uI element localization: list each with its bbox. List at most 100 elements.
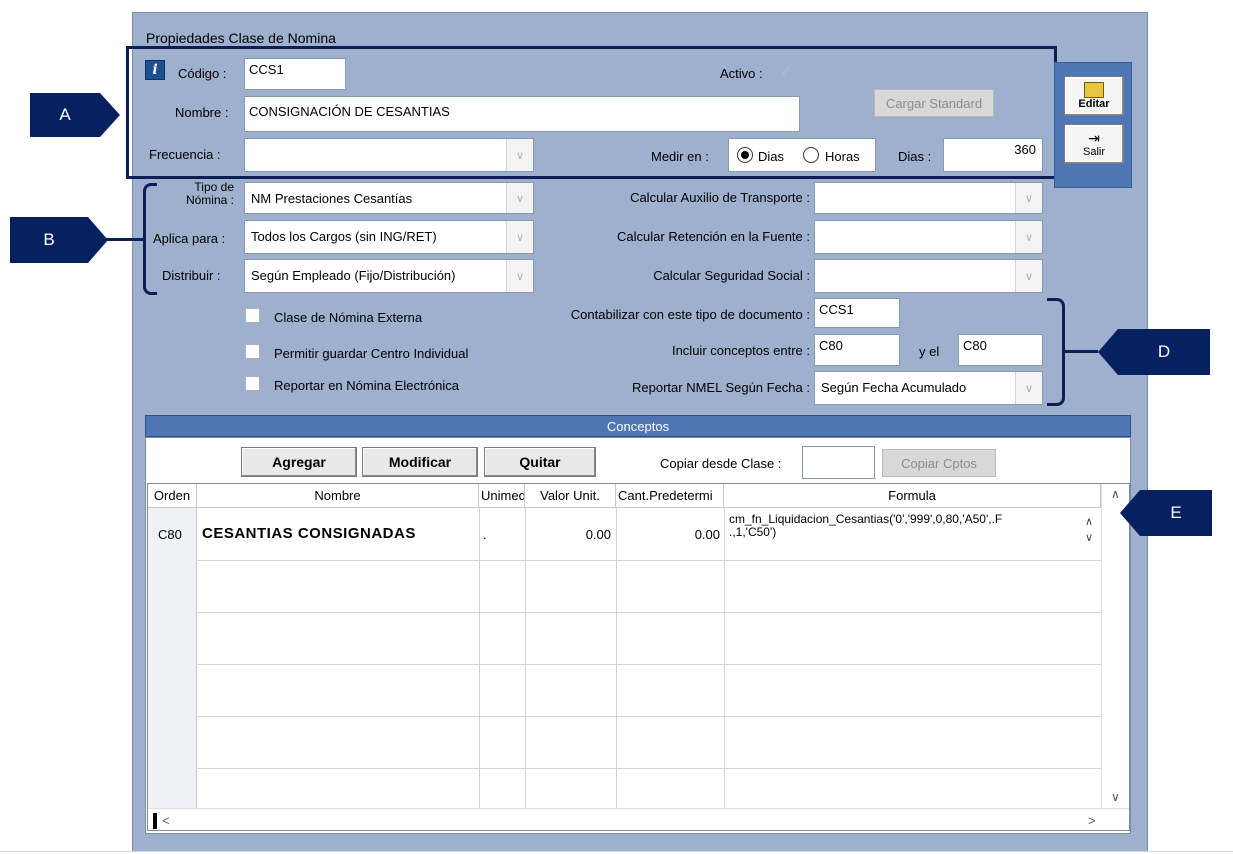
chevron-down-icon: ∨ [1015, 221, 1042, 253]
marker-e: E [1140, 490, 1212, 536]
formula-scroll-arrows[interactable]: ∧ ∨ [1082, 514, 1096, 550]
cell-orden: C80 [158, 527, 182, 542]
seguridad-select[interactable]: ∨ [814, 259, 1043, 293]
marker-a-arrow [100, 93, 120, 137]
incluir-from-input[interactable]: C80 [814, 334, 900, 366]
col-header-cant[interactable]: Cant.Predetermi [616, 484, 724, 508]
cell-valor: 0.00 [585, 527, 611, 542]
col-header-valor[interactable]: Valor Unit. [525, 484, 616, 508]
tipo-nomina-label: Tipo de Nómina : [185, 180, 234, 207]
scroll-up-icon[interactable]: ∧ [1111, 487, 1120, 501]
grid-hline [197, 560, 1101, 561]
grid-hline [197, 612, 1101, 613]
activo-checkbox[interactable]: ✓ [780, 64, 796, 80]
retencion-select[interactable]: ∨ [814, 220, 1043, 254]
nombre-input[interactable]: CONSIGNACIÓN DE CESANTIAS [244, 96, 800, 132]
chevron-down-icon: ∨ [506, 260, 533, 292]
scroll-down-icon[interactable]: ∨ [1111, 790, 1120, 804]
marker-a: A [30, 93, 100, 137]
agregar-button[interactable]: Agregar [241, 447, 357, 477]
chevron-down-icon: ∨ [506, 139, 533, 171]
cell-unimed: . [483, 527, 487, 542]
centro-label: Permitir guardar Centro Individual [274, 346, 469, 361]
radio-dias[interactable] [737, 147, 753, 163]
centro-checkbox[interactable] [245, 344, 260, 359]
radio-horas-label: Horas [825, 149, 860, 164]
edit-icon [1084, 82, 1104, 98]
externa-label: Clase de Nómina Externa [274, 310, 423, 325]
distribuir-select[interactable]: Según Empleado (Fijo/Distribución) ∨ [244, 259, 534, 293]
retencion-label: Calcular Retención en la Fuente : [617, 229, 810, 244]
dias-label: Dias : [898, 149, 932, 164]
activo-label: Activo : [720, 66, 763, 81]
scroll-right-icon[interactable]: > [1088, 813, 1096, 828]
auxilio-label: Calcular Auxilio de Transporte : [630, 190, 810, 205]
marker-d-arrow [1098, 329, 1118, 375]
incluir-label: Incluir conceptos entre : [671, 343, 810, 358]
copiar-cptos-button[interactable]: Copiar Cptos [882, 449, 996, 477]
auxilio-select[interactable]: ∨ [814, 182, 1043, 214]
reportar-label: Reportar NMEL Según Fecha : [632, 380, 810, 395]
frecuencia-select[interactable]: ∨ [244, 138, 534, 172]
grid-hline [197, 768, 1101, 769]
marker-e-arrow [1120, 490, 1140, 536]
bottom-divider [0, 851, 1233, 852]
section-b-connector [104, 238, 144, 241]
col-header-nombre[interactable]: Nombre [197, 484, 479, 508]
radio-horas[interactable] [803, 147, 819, 163]
chevron-down-icon: ∨ [1015, 260, 1042, 292]
incluir-to-input[interactable]: C80 [958, 334, 1043, 366]
contabilizar-label: Contabilizar con este tipo de documento … [570, 307, 810, 322]
distribuir-label: Distribuir : [162, 268, 221, 283]
codigo-input[interactable]: CCS1 [244, 58, 346, 90]
editar-button[interactable]: Editar [1064, 76, 1124, 116]
chevron-down-icon: ∨ [506, 221, 533, 253]
marker-b-arrow [88, 217, 108, 263]
section-d-bracket [1047, 298, 1065, 406]
scroll-thumb[interactable] [153, 813, 157, 829]
medir-label: Medir en : [651, 149, 709, 164]
electronica-label: Reportar en Nómina Electrónica [274, 378, 459, 393]
y-el-label: y el [919, 344, 940, 359]
exit-icon: ⇥ [1088, 129, 1100, 146]
cargar-standard-button[interactable]: Cargar Standard [874, 89, 994, 117]
nombre-label: Nombre : [175, 105, 229, 120]
salir-button[interactable]: ⇥ Salir [1064, 124, 1124, 164]
aplica-select[interactable]: Todos los Cargos (sin ING/RET) ∨ [244, 220, 534, 254]
dias-input[interactable]: 360 [943, 138, 1043, 172]
codigo-label: Código : [178, 66, 227, 81]
quitar-button[interactable]: Quitar [484, 447, 596, 477]
radio-dias-label: Dias [758, 149, 785, 164]
modificar-button[interactable]: Modificar [362, 447, 478, 477]
conceptos-header: Conceptos [145, 415, 1131, 437]
frecuencia-label: Frecuencia : [149, 147, 221, 162]
window-title: Propiedades Clase de Nomina [146, 30, 336, 46]
seguridad-label: Calcular Seguridad Social : [653, 268, 810, 283]
copiar-label: Copiar desde Clase : [660, 456, 782, 471]
aplica-label: Aplica para : [153, 231, 226, 246]
col-header-formula[interactable]: Formula [724, 484, 1101, 508]
chevron-down-icon: ∨ [1015, 183, 1042, 213]
scroll-left-icon[interactable]: < [162, 813, 170, 828]
grid-hline [197, 664, 1101, 665]
conceptos-grid: Orden Nombre Unimed Valor Unit. Cant.Pre… [147, 483, 1130, 831]
info-icon[interactable]: i [145, 60, 165, 80]
contabilizar-input[interactable]: CCS1 [814, 298, 900, 328]
horizontal-scrollbar[interactable]: < > [148, 808, 1129, 830]
col-header-unimed[interactable]: Unimed [479, 484, 525, 508]
electronica-checkbox[interactable] [245, 376, 260, 391]
grid-hline [197, 716, 1101, 717]
chevron-down-icon: ∨ [1015, 372, 1042, 404]
copiar-input[interactable] [802, 446, 875, 479]
reportar-select[interactable]: Según Fecha Acumulado ∨ [814, 371, 1043, 405]
cell-nombre: CESANTIAS CONSIGNADAS [202, 525, 416, 542]
table-row[interactable]: C80 CESANTIAS CONSIGNADAS . 0.00 0.00 cm… [148, 508, 1101, 560]
section-d-connector [1064, 350, 1098, 353]
col-header-orden[interactable]: Orden [148, 484, 197, 508]
cell-formula: cm_fn_Liquidacion_Cesantias('0','999',0,… [729, 512, 1003, 539]
tipo-nomina-select[interactable]: NM Prestaciones Cesantías ∨ [244, 182, 534, 214]
chevron-down-icon: ∨ [506, 183, 533, 213]
marker-b: B [10, 217, 88, 263]
externa-checkbox[interactable] [245, 308, 260, 323]
cell-cant: 0.00 [694, 527, 720, 542]
